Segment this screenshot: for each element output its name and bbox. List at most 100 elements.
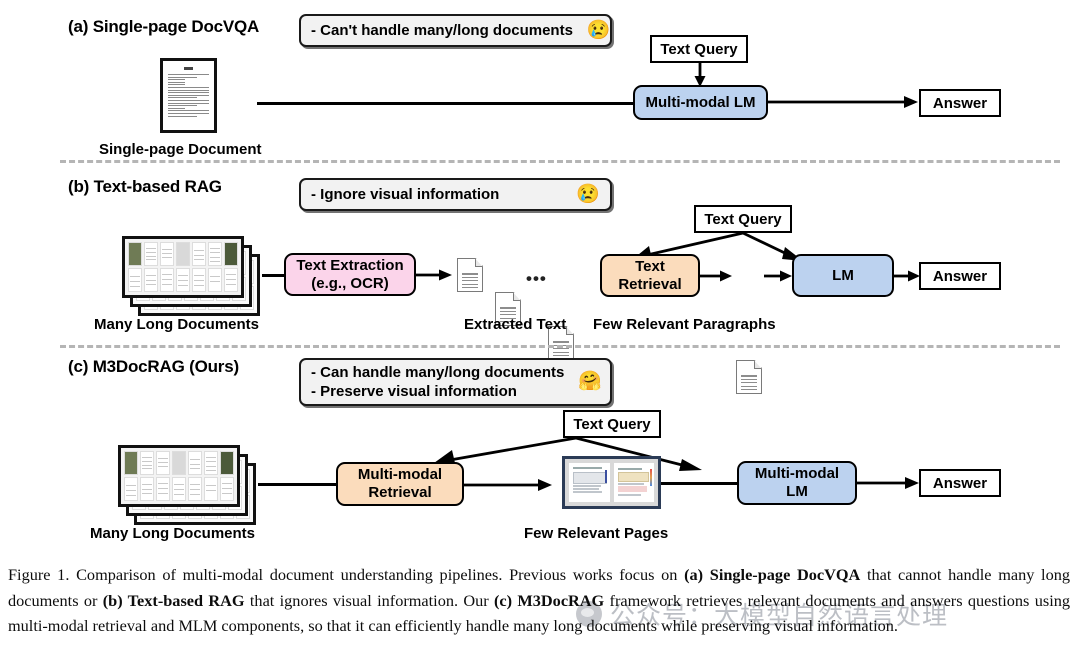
document-sheet-front [118,445,240,507]
hugging-face-icon: 🤗 [578,371,603,392]
caption-bold-b: (b) Text-based RAG [102,590,245,610]
doc-line [168,112,209,114]
page-thumb-image [124,451,138,475]
text-query-box-a: Text Query [650,35,748,63]
section-divider-1 [60,160,1060,163]
page-thumb [140,477,154,501]
page-thumb [188,451,202,475]
crying-face-icon: 😢 [586,19,611,41]
arrow-extraction-to-extracted-text [416,269,452,281]
lm-box-b: LM [792,254,894,297]
page-thumb [128,268,142,292]
text-retrieval-line-2: Retrieval [618,275,682,293]
arrow-model-to-answer-a [768,96,918,108]
doc-line [168,89,209,91]
page-thumb [172,477,186,501]
mm-retrieval-line-2: Retrieval [368,484,432,501]
doc-line [168,79,186,81]
relevant-page-right [613,463,654,502]
mm-lm-line-2: LM [786,483,808,500]
section-b-title: (b) Text-based RAG [68,177,222,196]
few-relevant-pages-thumbnail [562,456,661,509]
doc-line [168,105,197,107]
arrow-mm-lm-to-answer-c [857,477,919,489]
doc-line [168,74,209,75]
connector-document-to-model [257,102,633,105]
arrow-paragraph-to-lm [764,270,792,282]
mm-lm-line-1: Multi-modal [754,465,840,482]
section-c-note: - Can handle many/long documents - Prese… [299,358,612,406]
section-c-note-line-1: - Can handle many/long documents [311,363,565,381]
few-relevant-pages-label: Few Relevant Pages [524,525,669,542]
doc-line [168,97,197,99]
many-long-documents-label-c: Many Long Documents [90,525,256,542]
many-long-documents-stack-b [122,236,262,321]
page-thumb-dark [172,451,186,475]
page-thumb [204,451,218,475]
text-query-box-b: Text Query [694,205,792,233]
section-a-note-line-1: - Can't handle many/long documents [311,21,573,39]
page-thumb-image [220,451,234,475]
page-thumb [156,477,170,501]
connector-pages-to-mm-lm [661,482,737,485]
caption-part-1: Figure 1. Comparison of multi-modal docu… [8,565,685,584]
doc-line [168,102,209,104]
doc-line [168,92,209,94]
caption-bold-c: (c) M3DocRAG [494,590,605,610]
relevant-page-left [569,463,610,502]
many-long-documents-stack-c [118,445,258,530]
doc-line [168,76,197,78]
arrow-retrieval-to-relevant-pages [464,479,552,491]
relevant-paragraph-doc-icon [736,360,762,394]
doc-line [168,84,186,86]
arrow-lm-to-answer-b [894,270,920,282]
page-thumb [124,477,138,501]
page-thumb [192,242,206,266]
answer-box-b: Answer [919,262,1001,290]
text-extraction-line-1: Text Extraction [296,256,404,274]
doc-line [168,94,209,96]
doc-line [168,110,209,112]
section-c-note-line-2: - Preserve visual information [311,382,517,400]
doc-line [168,99,209,101]
text-extraction-box: Text Extraction (e.g., OCR) [284,253,416,296]
doc-line [168,107,186,109]
few-relevant-paragraphs-label: Few Relevant Paragraphs [593,316,776,333]
caption-bold-a: (a) Single-page DocVQA [684,565,861,584]
page-thumb-image [224,242,238,266]
page-thumb [224,268,238,292]
section-c-note-lines: - Can handle many/long documents - Prese… [311,363,564,401]
arrow-retrieval-to-paragraph [700,270,732,282]
page-thumb [204,477,218,501]
page-thumb [144,242,158,266]
section-b-note: - Ignore visual information 😢 [299,178,612,211]
text-retrieval-box: Text Retrieval [600,254,700,297]
page-thumb [220,477,234,501]
figure-caption: Figure 1. Comparison of multi-modal docu… [8,562,1070,639]
section-a-title: (a) Single-page DocVQA [68,17,260,36]
doc-line [168,115,197,117]
section-b-note-line-1: - Ignore visual information [311,185,500,203]
page-thumb [160,268,174,292]
page-thumb [192,268,206,292]
answer-box-a: Answer [919,89,1001,117]
page-thumb [188,477,202,501]
page-thumb [160,242,174,266]
multi-modal-lm-box-c: Multi-modal LM [737,461,857,505]
extracted-text-label: Extracted Text [464,316,567,333]
page-thumb [208,242,222,266]
page-thumb [156,451,170,475]
extracted-text-ellipsis: ••• [526,269,547,288]
answer-box-c: Answer [919,469,1001,497]
doc-header-mark [183,67,193,70]
section-b-note-lines: - Ignore visual information [311,185,499,204]
section-c-title: (c) M3DocRAG (Ours) [68,357,239,376]
doc-line [168,86,209,88]
single-page-document-label: Single-page Document [99,141,262,158]
single-page-document-thumbnail [160,58,217,133]
connector-docs-to-extraction [262,274,286,277]
page-thumb-image [128,242,142,266]
extracted-text-doc-icon-1 [457,258,483,292]
section-a-note-lines: - Can't handle many/long documents [311,21,573,40]
text-extraction-line-2: (e.g., OCR) [311,274,389,292]
